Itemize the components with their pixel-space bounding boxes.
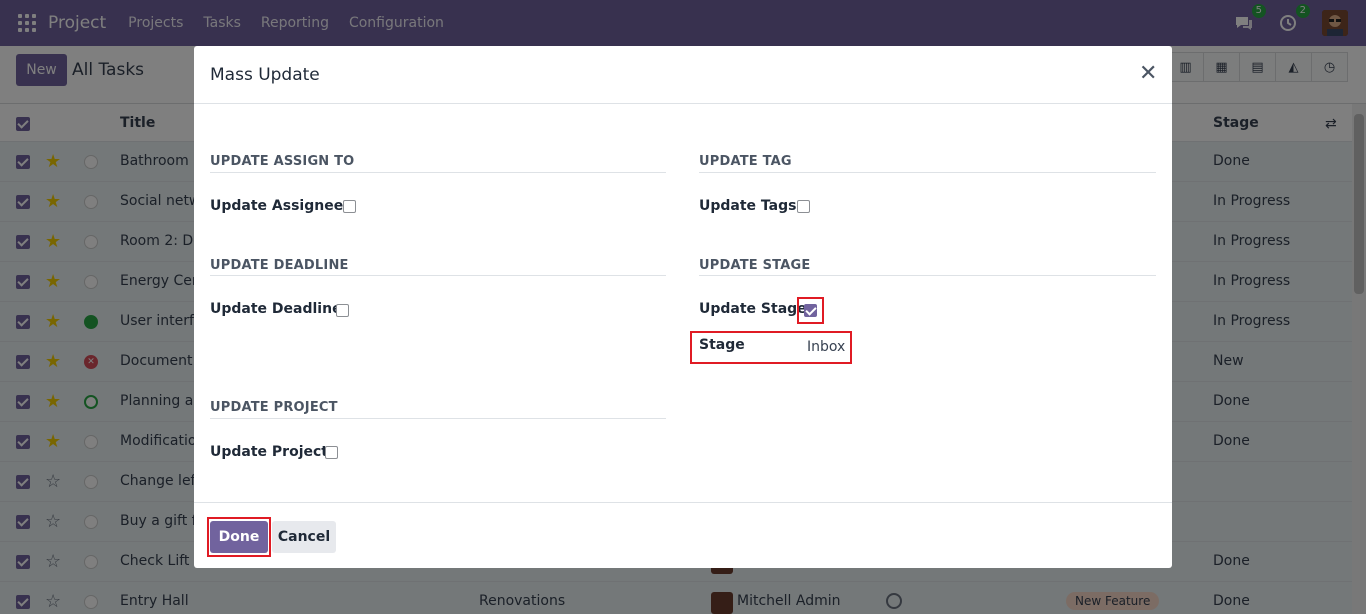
stage-field-label: Stage [699,337,745,353]
update-project-checkbox[interactable] [325,446,338,459]
dialog-footer: Done Cancel [194,502,1172,568]
stage-select[interactable]: Inbox [807,339,845,355]
update-stage-checkbox[interactable] [804,304,817,317]
done-button[interactable]: Done [210,521,268,553]
section-project: UPDATE PROJECT [210,400,338,415]
divider [699,275,1156,276]
close-icon[interactable]: ✕ [1139,63,1157,85]
update-tags-checkbox[interactable] [797,200,810,213]
update-tags-label: Update Tags [699,198,797,214]
update-project-label: Update Project [210,444,328,460]
dialog-title: Mass Update [210,65,320,85]
update-assignees-label: Update Assignees [210,198,352,214]
update-deadline-checkbox[interactable] [336,304,349,317]
update-stage-label: Update Stage [699,301,807,317]
mass-update-dialog: Mass Update ✕ UPDATE ASSIGN TO Update As… [194,46,1172,568]
update-deadline-label: Update Deadline [210,301,342,317]
section-assign-to: UPDATE ASSIGN TO [210,154,355,169]
section-tag: UPDATE TAG [699,154,792,169]
section-stage: UPDATE STAGE [699,258,811,273]
divider [210,275,666,276]
update-assignees-checkbox[interactable] [343,200,356,213]
dialog-header: Mass Update ✕ [194,46,1172,104]
section-deadline: UPDATE DEADLINE [210,258,349,273]
divider [699,172,1156,173]
divider [210,172,666,173]
divider [210,418,666,419]
cancel-button[interactable]: Cancel [272,521,336,553]
